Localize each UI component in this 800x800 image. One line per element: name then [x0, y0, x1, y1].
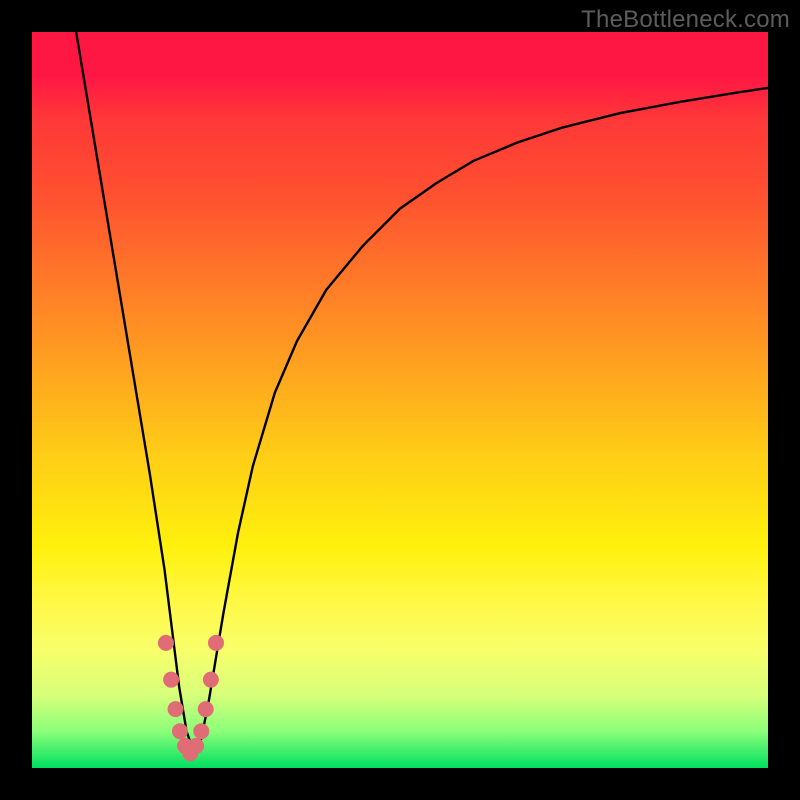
- curve-layer: [32, 32, 768, 768]
- trough-marker: [188, 738, 204, 754]
- trough-marker: [168, 701, 184, 717]
- trough-marker: [208, 635, 224, 651]
- watermark-text: TheBottleneck.com: [581, 6, 790, 34]
- trough-marker: [172, 723, 188, 739]
- trough-marker-group: [158, 635, 224, 761]
- trough-marker: [198, 701, 214, 717]
- plot-area: [32, 32, 768, 768]
- trough-marker: [193, 723, 209, 739]
- bottleneck-curve: [76, 32, 768, 753]
- chart-frame: TheBottleneck.com: [0, 0, 800, 800]
- trough-marker: [163, 672, 179, 688]
- trough-marker: [203, 672, 219, 688]
- trough-marker: [158, 635, 174, 651]
